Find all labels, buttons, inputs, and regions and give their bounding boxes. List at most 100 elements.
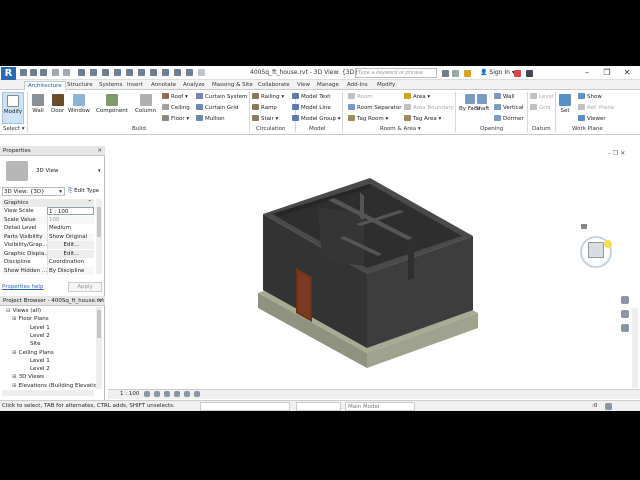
sign-in-button[interactable]: 👤 Sign In ▾ bbox=[480, 69, 515, 76]
search-input[interactable]: Type a keyword or phrase bbox=[355, 68, 437, 78]
expand-icon[interactable]: ⊞ bbox=[12, 383, 17, 389]
3d-view-icon[interactable] bbox=[138, 69, 145, 76]
property-value[interactable]: By Discipline bbox=[47, 266, 94, 275]
tab-view[interactable]: View bbox=[294, 81, 313, 90]
tab-add-ins[interactable]: Add-Ins bbox=[344, 81, 371, 90]
close-icon[interactable]: ✕ bbox=[97, 296, 102, 306]
workset-field[interactable] bbox=[200, 402, 290, 411]
sync-icon[interactable] bbox=[40, 69, 47, 76]
browser-node[interactable]: Level 1 bbox=[30, 324, 50, 332]
property-value[interactable]: Edit... bbox=[47, 241, 94, 249]
tag-icon[interactable] bbox=[114, 69, 121, 76]
main-model-field[interactable]: Main Model bbox=[345, 402, 415, 411]
zoom-icon[interactable] bbox=[621, 310, 629, 318]
datumCol-item-1[interactable]: Grid bbox=[530, 104, 551, 112]
view-selector[interactable]: 3D View: {3D} ▾ bbox=[2, 187, 65, 196]
visual-style-icon[interactable] bbox=[154, 391, 160, 397]
roomCol2-item-0[interactable]: Area ▾ bbox=[404, 93, 430, 101]
browser-node[interactable]: Level 2 bbox=[30, 365, 50, 373]
property-value[interactable]: Show Original bbox=[47, 232, 94, 241]
graphics-section[interactable]: Graphics ⌃ bbox=[2, 199, 94, 207]
browser-node[interactable]: ⊟ Views (all) bbox=[6, 307, 41, 315]
build-component-button[interactable]: Component bbox=[96, 94, 128, 114]
scroll-thumb[interactable] bbox=[97, 310, 101, 338]
roomCol1-item-2[interactable]: Tag Room ▾ bbox=[348, 115, 388, 123]
dimension-icon[interactable] bbox=[102, 69, 109, 76]
properties-scrollbar[interactable] bbox=[96, 199, 102, 274]
orbit-icon[interactable] bbox=[621, 324, 629, 332]
wpCol-item-0[interactable]: Show bbox=[578, 93, 602, 101]
crop-icon[interactable] bbox=[194, 391, 200, 397]
modelCol-item-1[interactable]: Model Line bbox=[292, 104, 331, 112]
3d-view-canvas[interactable]: – ❐ ✕ bbox=[108, 148, 640, 389]
property-value[interactable]: 100 bbox=[47, 215, 94, 224]
tab-architecture[interactable]: Architecture bbox=[24, 81, 66, 90]
design-options-field[interactable] bbox=[296, 402, 341, 411]
browser-node[interactable]: ⊞ Elevations (Building Elevation bbox=[12, 382, 101, 390]
browser-node[interactable]: ⊞ 3D Views bbox=[12, 373, 44, 381]
openCol-item-1[interactable]: Vertical bbox=[494, 104, 524, 112]
subscription-icon[interactable] bbox=[452, 70, 459, 77]
tab-collaborate[interactable]: Collaborate bbox=[255, 81, 293, 90]
text-icon[interactable] bbox=[126, 69, 133, 76]
sun-path-icon[interactable] bbox=[164, 391, 170, 397]
buildCol2-item-1[interactable]: Curtain Grid bbox=[196, 104, 238, 112]
home-icon[interactable] bbox=[581, 224, 587, 229]
section-icon[interactable] bbox=[150, 69, 157, 76]
buildCol3-item-0[interactable]: Railing ▾ bbox=[252, 93, 284, 101]
buildCol1-item-0[interactable]: Roof ▾ bbox=[162, 93, 188, 101]
buildCol2-item-2[interactable]: Mullion bbox=[196, 115, 225, 123]
redo-icon[interactable] bbox=[63, 69, 70, 76]
wpCol-item-2[interactable]: Viewer bbox=[578, 115, 606, 123]
buildCol2-item-0[interactable]: Curtain System bbox=[196, 93, 247, 101]
scroll-thumb[interactable] bbox=[97, 207, 101, 237]
tab-structure[interactable]: Structure bbox=[64, 81, 96, 90]
roomCol2-item-1[interactable]: Area Boundary bbox=[404, 104, 454, 112]
expand-icon[interactable]: ⊞ bbox=[12, 374, 17, 380]
type-dropdown-arrow[interactable]: ▾ bbox=[98, 168, 101, 174]
viewcube[interactable] bbox=[588, 242, 604, 258]
browser-node[interactable]: ⊞ Floor Plans bbox=[12, 315, 49, 323]
binoculars-icon[interactable] bbox=[442, 70, 449, 77]
tab-systems[interactable]: Systems bbox=[96, 81, 125, 90]
tab-insert[interactable]: Insert bbox=[124, 81, 146, 90]
buildCol3-item-2[interactable]: Stair ▾ bbox=[252, 115, 278, 123]
property-value[interactable]: 1 : 100 bbox=[47, 207, 94, 215]
opening-shaft-button[interactable]: Shaft bbox=[475, 94, 489, 112]
browser-scrollbar[interactable] bbox=[96, 307, 102, 389]
roomCol1-item-0[interactable]: Room bbox=[348, 93, 373, 101]
build-door-button[interactable]: Door bbox=[51, 94, 64, 114]
print-icon[interactable] bbox=[78, 69, 85, 76]
property-value[interactable]: Coordination bbox=[47, 258, 94, 266]
close-button[interactable]: ✕ bbox=[620, 67, 634, 78]
room-area-panel-label[interactable]: Room & Area ▾ bbox=[380, 126, 421, 132]
star-icon[interactable] bbox=[464, 70, 471, 77]
view-scale[interactable]: 1 : 100 bbox=[120, 391, 139, 397]
property-value[interactable]: Edit... bbox=[47, 249, 94, 258]
undo-icon[interactable] bbox=[52, 69, 59, 76]
tab-modify[interactable]: Modify bbox=[374, 81, 398, 90]
browser-node[interactable]: Site bbox=[30, 340, 41, 348]
exchange-apps-icon[interactable] bbox=[514, 70, 521, 77]
modelCol-item-2[interactable]: Model Group ▾ bbox=[292, 115, 341, 123]
roomCol2-item-2[interactable]: Tag Area ▾ bbox=[404, 115, 441, 123]
openCol-item-2[interactable]: Dormer bbox=[494, 115, 524, 123]
properties-help-link[interactable]: Properties help bbox=[2, 284, 43, 290]
tab-manage[interactable]: Manage bbox=[314, 81, 342, 90]
tab-annotate[interactable]: Annotate bbox=[148, 81, 179, 90]
build-column-button[interactable]: Column bbox=[135, 94, 156, 114]
shadows-icon[interactable] bbox=[174, 391, 180, 397]
edit-type-button[interactable]: ⎘ Edit Type bbox=[68, 187, 99, 196]
buildCol3-item-1[interactable]: Ramp bbox=[252, 104, 277, 112]
collapse-icon[interactable]: ⊟ bbox=[6, 308, 11, 314]
tab-massing-site[interactable]: Massing & Site bbox=[209, 81, 256, 90]
build-window-button[interactable]: Window bbox=[68, 94, 90, 114]
customize-qat-icon[interactable] bbox=[198, 69, 205, 76]
tab-analyze[interactable]: Analyze bbox=[180, 81, 208, 90]
house-model[interactable] bbox=[108, 148, 640, 389]
browser-node[interactable]: ⊞ Ceiling Plans bbox=[12, 349, 54, 357]
measure-icon[interactable] bbox=[90, 69, 97, 76]
view-control-icons[interactable] bbox=[144, 391, 264, 398]
canvas-scrollbar[interactable] bbox=[632, 308, 638, 388]
wpCol-item-1[interactable]: Ref. Plane bbox=[578, 104, 614, 112]
